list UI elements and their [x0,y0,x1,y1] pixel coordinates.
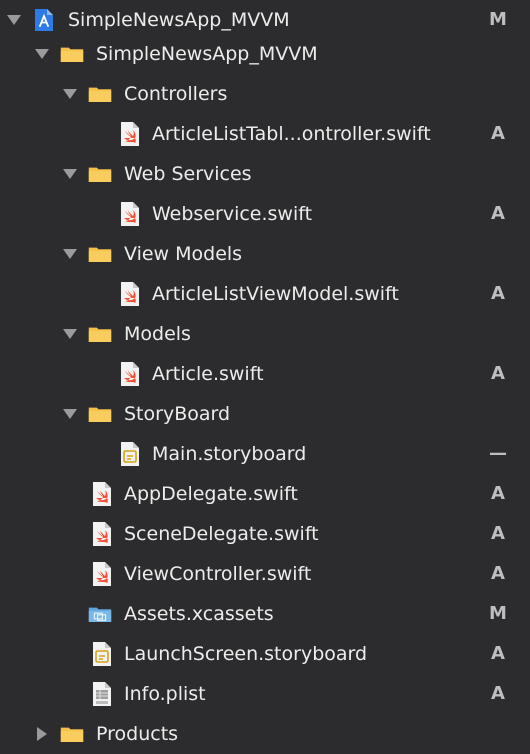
disclosure-open-icon[interactable] [62,326,78,342]
source-control-status [486,34,510,74]
project-navigator: SimpleNewsApp_MVVM M SimpleNewsApp_MVVM … [0,0,530,754]
tree-row-file[interactable]: Assets.xcassets M [0,594,530,634]
storyboard-file-icon [118,442,142,466]
tree-row-file[interactable]: ArticleListTabl...ontroller.swift A [0,114,530,154]
tree-row-label: Controllers [124,83,228,105]
tree-row-label: ArticleListViewModel.swift [152,283,399,305]
tree-row-label: Main.storyboard [152,443,307,465]
folder-icon [88,242,112,266]
tree-row-folder[interactable]: Web Services [0,154,530,194]
tree-row-label: AppDelegate.swift [124,483,298,505]
tree-row-label: Assets.xcassets [124,603,274,625]
tree-row-label: SceneDelegate.swift [124,523,319,545]
tree-row-folder[interactable]: Controllers [0,74,530,114]
tree-row-label: StoryBoard [124,403,231,425]
disclosure-open-icon[interactable] [62,246,78,262]
source-control-status: A [491,683,505,704]
tree-row-label: ViewController.swift [124,563,312,585]
source-control-status [486,314,510,354]
disclosure-closed-icon[interactable] [34,726,50,742]
disclosure-open-icon[interactable] [6,12,22,28]
swift-file-icon [118,282,142,306]
tree-row-file[interactable]: Main.storyboard — [0,434,530,474]
source-control-status: A [491,643,505,664]
tree-row-file[interactable]: Info.plist A [0,674,530,714]
tree-row-folder[interactable]: StoryBoard [0,394,530,434]
tree-row-label: ArticleListTabl...ontroller.swift [152,123,431,145]
tree-row-file[interactable]: ArticleListViewModel.swift A [0,274,530,314]
folder-icon [60,722,84,746]
asset-catalog-icon [88,602,112,626]
swift-file-icon [90,522,114,546]
disclosure-open-icon[interactable] [62,166,78,182]
folder-icon [88,82,112,106]
swift-file-icon [118,362,142,386]
folder-icon [88,162,112,186]
source-control-status [486,714,510,754]
source-control-status: A [491,123,505,144]
source-control-status [486,74,510,114]
source-control-status: M [489,603,507,624]
source-control-status: A [491,483,505,504]
source-control-status: A [491,283,505,304]
storyboard-file-icon [90,642,114,666]
tree-row-file[interactable]: Article.swift A [0,354,530,394]
folder-icon [60,42,84,66]
source-control-status: A [491,563,505,584]
folder-icon [88,322,112,346]
source-control-status [486,154,510,194]
tree-row-label: View Models [124,243,243,265]
swift-file-icon [90,562,114,586]
tree-row-file[interactable]: AppDelegate.swift A [0,474,530,514]
source-control-status: A [491,203,505,224]
tree-row-group[interactable]: Products [0,714,530,754]
disclosure-open-icon[interactable] [34,46,50,62]
tree-row-file[interactable]: Webservice.swift A [0,194,530,234]
tree-row-group[interactable]: SimpleNewsApp_MVVM [0,34,530,74]
tree-row-file[interactable]: LaunchScreen.storyboard A [0,634,530,674]
xcode-project-icon [32,8,56,32]
disclosure-open-icon[interactable] [62,406,78,422]
source-control-status: A [491,363,505,384]
tree-row-label: Products [96,723,179,745]
tree-row-file[interactable]: ViewController.swift A [0,554,530,594]
source-control-status: — [489,443,507,464]
tree-row-folder[interactable]: View Models [0,234,530,274]
tree-row-label: Webservice.swift [152,203,313,225]
swift-file-icon [118,202,142,226]
tree-row-label: Article.swift [152,363,264,385]
tree-row-label: SimpleNewsApp_MVVM [96,43,318,65]
tree-row-file[interactable]: SceneDelegate.swift A [0,514,530,554]
tree-row-label: Web Services [124,163,252,185]
plist-file-icon [90,682,114,706]
source-control-status: A [491,523,505,544]
disclosure-open-icon[interactable] [62,86,78,102]
tree-row-folder[interactable]: Models [0,314,530,354]
tree-row-label: LaunchScreen.storyboard [124,643,368,665]
source-control-status [486,234,510,274]
swift-file-icon [118,122,142,146]
folder-icon [88,402,112,426]
source-control-status [486,394,510,434]
tree-row-label: Models [124,323,191,345]
tree-row-label: Info.plist [124,683,206,705]
swift-file-icon [90,482,114,506]
